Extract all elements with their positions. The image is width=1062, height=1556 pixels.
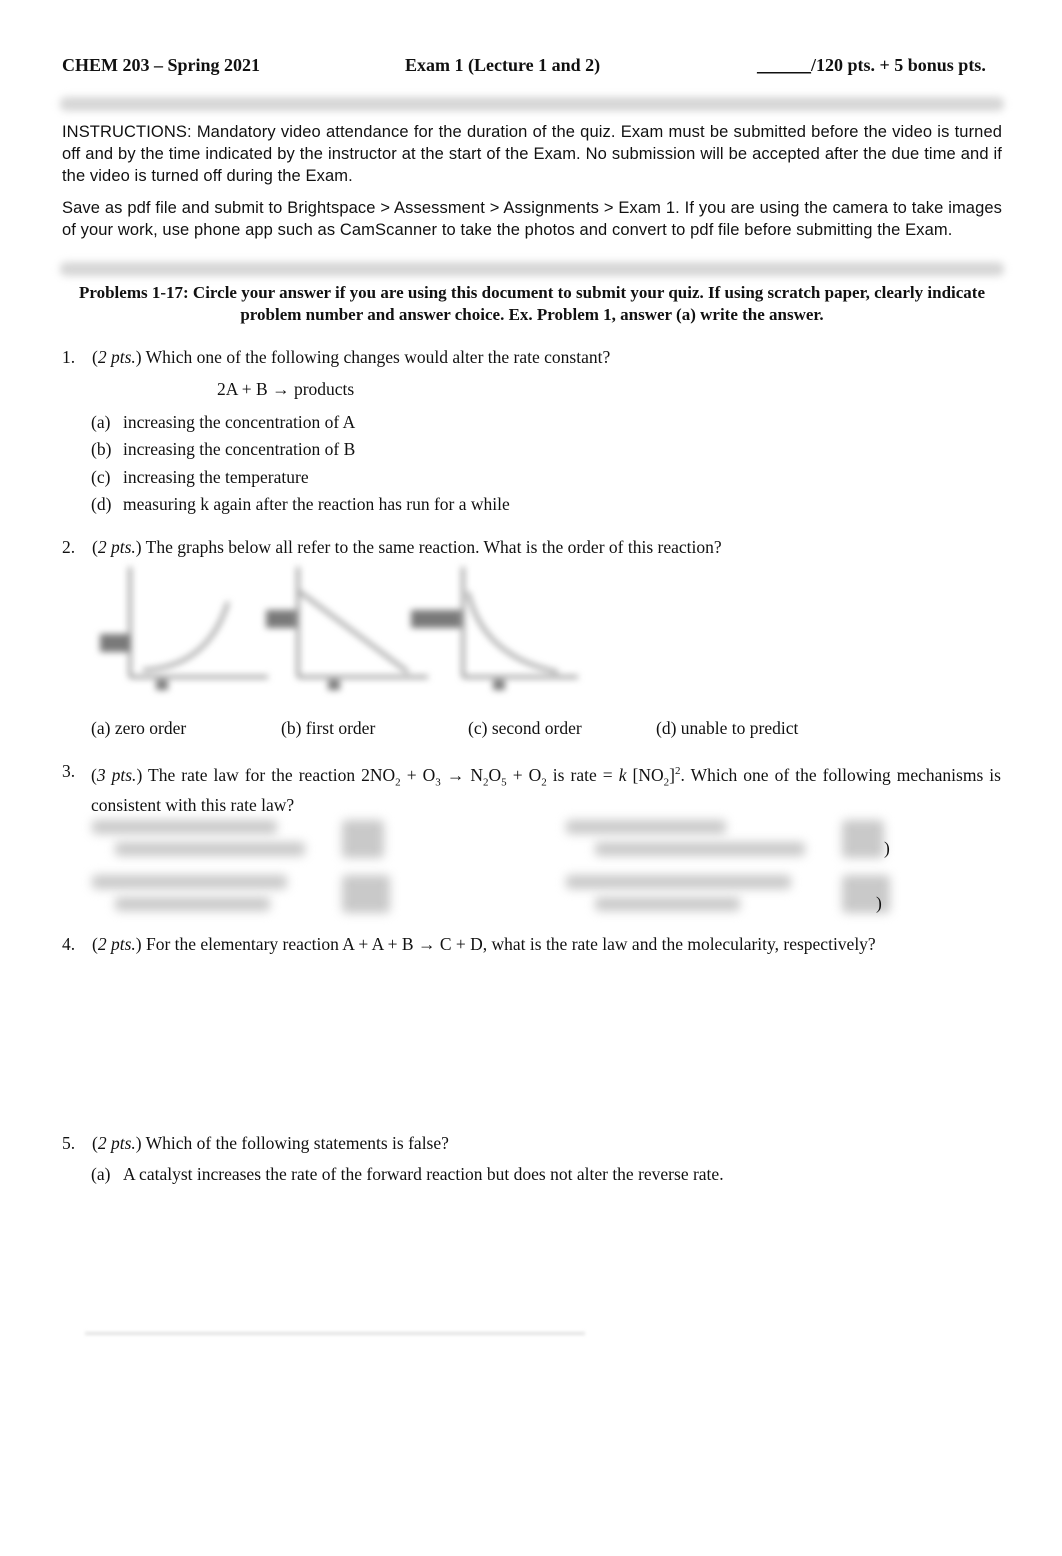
question-3-number-line: 3. xyxy=(62,760,92,783)
mechanism-b-step-2 xyxy=(115,897,270,911)
question-points: 3 pts. xyxy=(96,764,137,785)
question-1: 1. (2 pts.) Which one of the following ch… xyxy=(62,347,611,367)
score-line: ______/120 pts. + 5 bonus pts. xyxy=(757,55,986,76)
graph-1-curve xyxy=(142,601,230,672)
exam-title: Exam 1 (Lecture 1 and 2) xyxy=(405,55,601,75)
question-number: 5. xyxy=(62,1133,76,1153)
question-5: 5. (2 pts.) Which of the following statem… xyxy=(62,1133,449,1153)
option-2d[interactable]: (d) unable to predict xyxy=(656,717,798,740)
option-text: increasing the concentration of B xyxy=(123,439,356,459)
question-points: 2 pts. xyxy=(97,934,136,954)
instructions-paragraph-1: INSTRUCTIONS: Mandatory video attendance… xyxy=(62,123,1002,185)
reaction-graphs-blurred xyxy=(100,567,578,690)
option-label: (b) xyxy=(281,718,302,738)
option-label: (c) xyxy=(91,467,111,487)
graph-3-ylabel-blob xyxy=(411,610,461,628)
divider-top xyxy=(60,97,1004,111)
question-text: The graphs below all refer to the same r… xyxy=(145,537,722,557)
option-1b[interactable]: (b) increasing the concentration of B xyxy=(91,438,355,461)
option-2c[interactable]: (c) second order xyxy=(468,717,582,740)
option-2b[interactable]: (b) first order xyxy=(281,717,375,740)
question-3-text: (3 pts.) The rate law for the reaction 2… xyxy=(91,764,1001,816)
option-2a[interactable]: (a) zero order xyxy=(91,717,186,740)
mechanism-d-step-1 xyxy=(566,875,791,889)
question-points: 2 pts. xyxy=(97,347,136,367)
mechanism-paren-1: ) xyxy=(884,838,890,858)
instructions-paragraph-2: Save as pdf file and submit to Brightspa… xyxy=(62,199,1002,239)
mechanism-d-step-2 xyxy=(595,897,740,911)
question-4: 4. (2 pts.) For the elementary reaction A… xyxy=(62,934,876,954)
option-label: (b) xyxy=(91,439,112,459)
score-blank[interactable]: ______ xyxy=(757,55,811,75)
score-total: /120 pts. + 5 bonus pts. xyxy=(811,55,986,75)
option-1d[interactable]: (d) measuring k again after the reaction … xyxy=(91,493,510,516)
option-label: (d) xyxy=(656,718,677,738)
question-text: Which one of the following changes would… xyxy=(145,347,611,367)
option-1c[interactable]: (c) increasing the temperature xyxy=(91,466,309,489)
question-number: 3. xyxy=(62,761,76,781)
question-points: 2 pts. xyxy=(97,1133,136,1153)
mechanism-d-speed xyxy=(842,875,890,913)
mechanism-b-speed xyxy=(342,875,390,913)
graph-2-ylabel-blob xyxy=(266,610,296,628)
option-text: increasing the concentration of A xyxy=(123,412,356,432)
question-text: Which of the following statements is fal… xyxy=(145,1133,449,1153)
mechanism-a-step-2 xyxy=(115,842,305,856)
option-1a[interactable]: (a) increasing the concentration of A xyxy=(91,411,355,434)
option-label: (a) xyxy=(91,412,111,432)
mechanism-c-step-1 xyxy=(566,820,726,834)
mechanism-b-step-1 xyxy=(92,875,287,889)
option-text: first order xyxy=(305,718,376,738)
mechanism-a-step-1 xyxy=(92,820,277,834)
question-points: 2 pts. xyxy=(97,537,136,557)
faint-divider xyxy=(85,1332,585,1335)
question-2: 2. (2 pts.) The graphs below all refer to… xyxy=(62,537,722,557)
question-1-equation: 2A + B → products xyxy=(217,379,355,399)
question-text: For the elementary reaction A + A + B → … xyxy=(145,934,876,954)
option-5a[interactable]: (a) A catalyst increases the rate of the … xyxy=(91,1163,724,1186)
option-text: A catalyst increases the rate of the for… xyxy=(123,1164,724,1184)
graph-2-line xyxy=(299,590,409,674)
mechanism-c-step-2 xyxy=(595,842,805,856)
option-label: (a) xyxy=(91,718,111,738)
graph-3-xlabel-blob xyxy=(493,680,505,690)
option-label: (c) xyxy=(468,718,488,738)
option-text: measuring k again after the reaction has… xyxy=(123,494,510,514)
option-text: second order xyxy=(491,718,582,738)
option-label: (a) xyxy=(91,1164,111,1184)
directions: Problems 1-17: Circle your answer if you… xyxy=(78,283,986,324)
course-title: CHEM 203 – Spring 2021 xyxy=(62,55,261,75)
mechanism-a-speed xyxy=(342,820,384,858)
graph-1-ylabel-blob xyxy=(100,634,130,652)
divider-bottom xyxy=(60,262,1004,276)
graph-2-xlabel-blob xyxy=(328,680,340,690)
option-text: increasing the temperature xyxy=(123,467,309,487)
option-text: unable to predict xyxy=(680,718,799,738)
mechanism-paren-2: ) xyxy=(876,893,882,913)
question-number: 2. xyxy=(62,537,76,557)
question-number: 4. xyxy=(62,934,76,954)
option-text: zero order xyxy=(114,718,187,738)
question-number: 1. xyxy=(62,347,76,367)
mechanism-c-speed xyxy=(842,820,884,858)
option-label: (d) xyxy=(91,494,112,514)
graph-1-xlabel-blob xyxy=(156,680,168,690)
graph-3-curve xyxy=(466,591,559,674)
